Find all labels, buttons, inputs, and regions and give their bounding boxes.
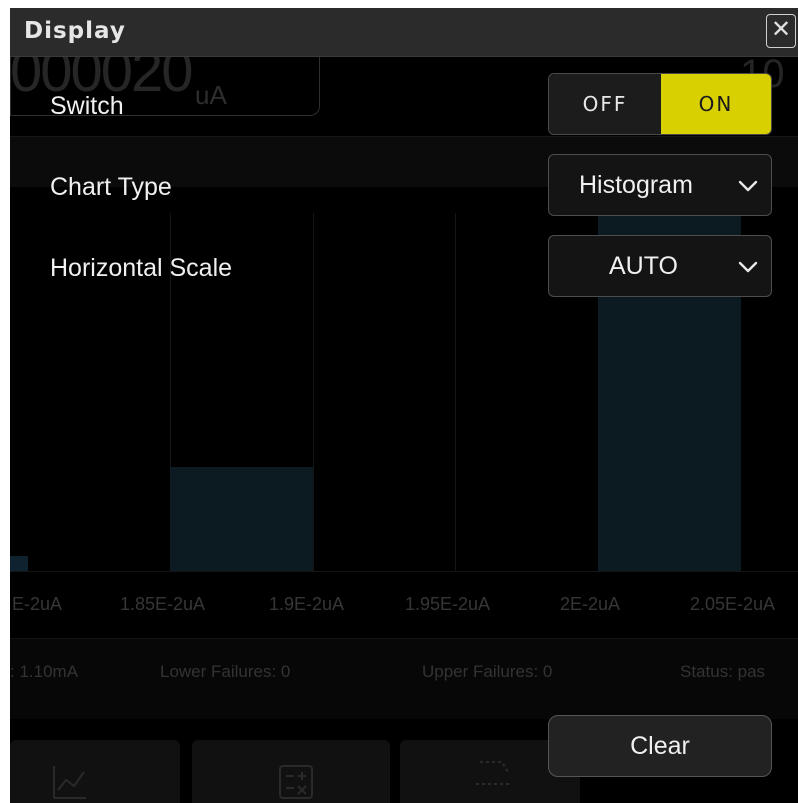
switch-on-option[interactable]: ON [661, 74, 771, 134]
x-tick: 1.85E-2uA [120, 594, 206, 614]
close-icon: ✕ [770, 16, 792, 43]
status-text: Status: pas [680, 662, 766, 681]
display-dialog: 000020 uA 10 E-2uA 1.85E-2uA 1.9E-2uA 1.… [10, 8, 798, 803]
bottom-tile [192, 740, 390, 803]
switch-toggle[interactable]: OFF ON [548, 73, 772, 135]
status-lower-failures: Lower Failures: 0 [160, 662, 291, 681]
status-upper-failures: Upper Failures: 0 [422, 662, 553, 681]
chart-type-label: Chart Type [50, 173, 172, 201]
chevron-down-icon [738, 180, 758, 192]
calculator-icon [279, 765, 313, 799]
grid-line [455, 213, 456, 571]
close-button[interactable]: ✕ [766, 14, 796, 48]
histogram-bar [170, 467, 313, 571]
chart-type-value: Histogram [579, 171, 693, 199]
histogram-bar [10, 556, 28, 571]
horizontal-scale-dropdown[interactable]: AUTO [548, 235, 772, 297]
x-tick: E-2uA [12, 594, 63, 614]
x-tick: 2E-2uA [560, 594, 621, 614]
switch-off-option[interactable]: OFF [549, 74, 661, 134]
chart-type-dropdown[interactable]: Histogram [548, 154, 772, 216]
switch-label: Switch [50, 92, 124, 120]
axis-line [10, 571, 798, 572]
bottom-tile [10, 740, 180, 803]
x-tick: 2.05E-2uA [690, 594, 776, 614]
dialog-titlebar: Display ✕ [10, 8, 798, 57]
chart-icon [53, 766, 86, 799]
x-tick: 1.95E-2uA [405, 594, 491, 614]
horizontal-scale-value: AUTO [609, 252, 678, 280]
clear-button[interactable]: Clear [548, 715, 772, 777]
grid-line [313, 213, 314, 571]
ruler-icon [476, 761, 512, 785]
x-tick: 1.9E-2uA [269, 594, 345, 614]
chevron-down-icon [738, 261, 758, 273]
status-current: : 1.10mA [10, 662, 79, 681]
background-unit: uA [195, 80, 227, 110]
dialog-title: Display [24, 18, 126, 44]
horizontal-scale-label: Horizontal Scale [50, 254, 233, 282]
